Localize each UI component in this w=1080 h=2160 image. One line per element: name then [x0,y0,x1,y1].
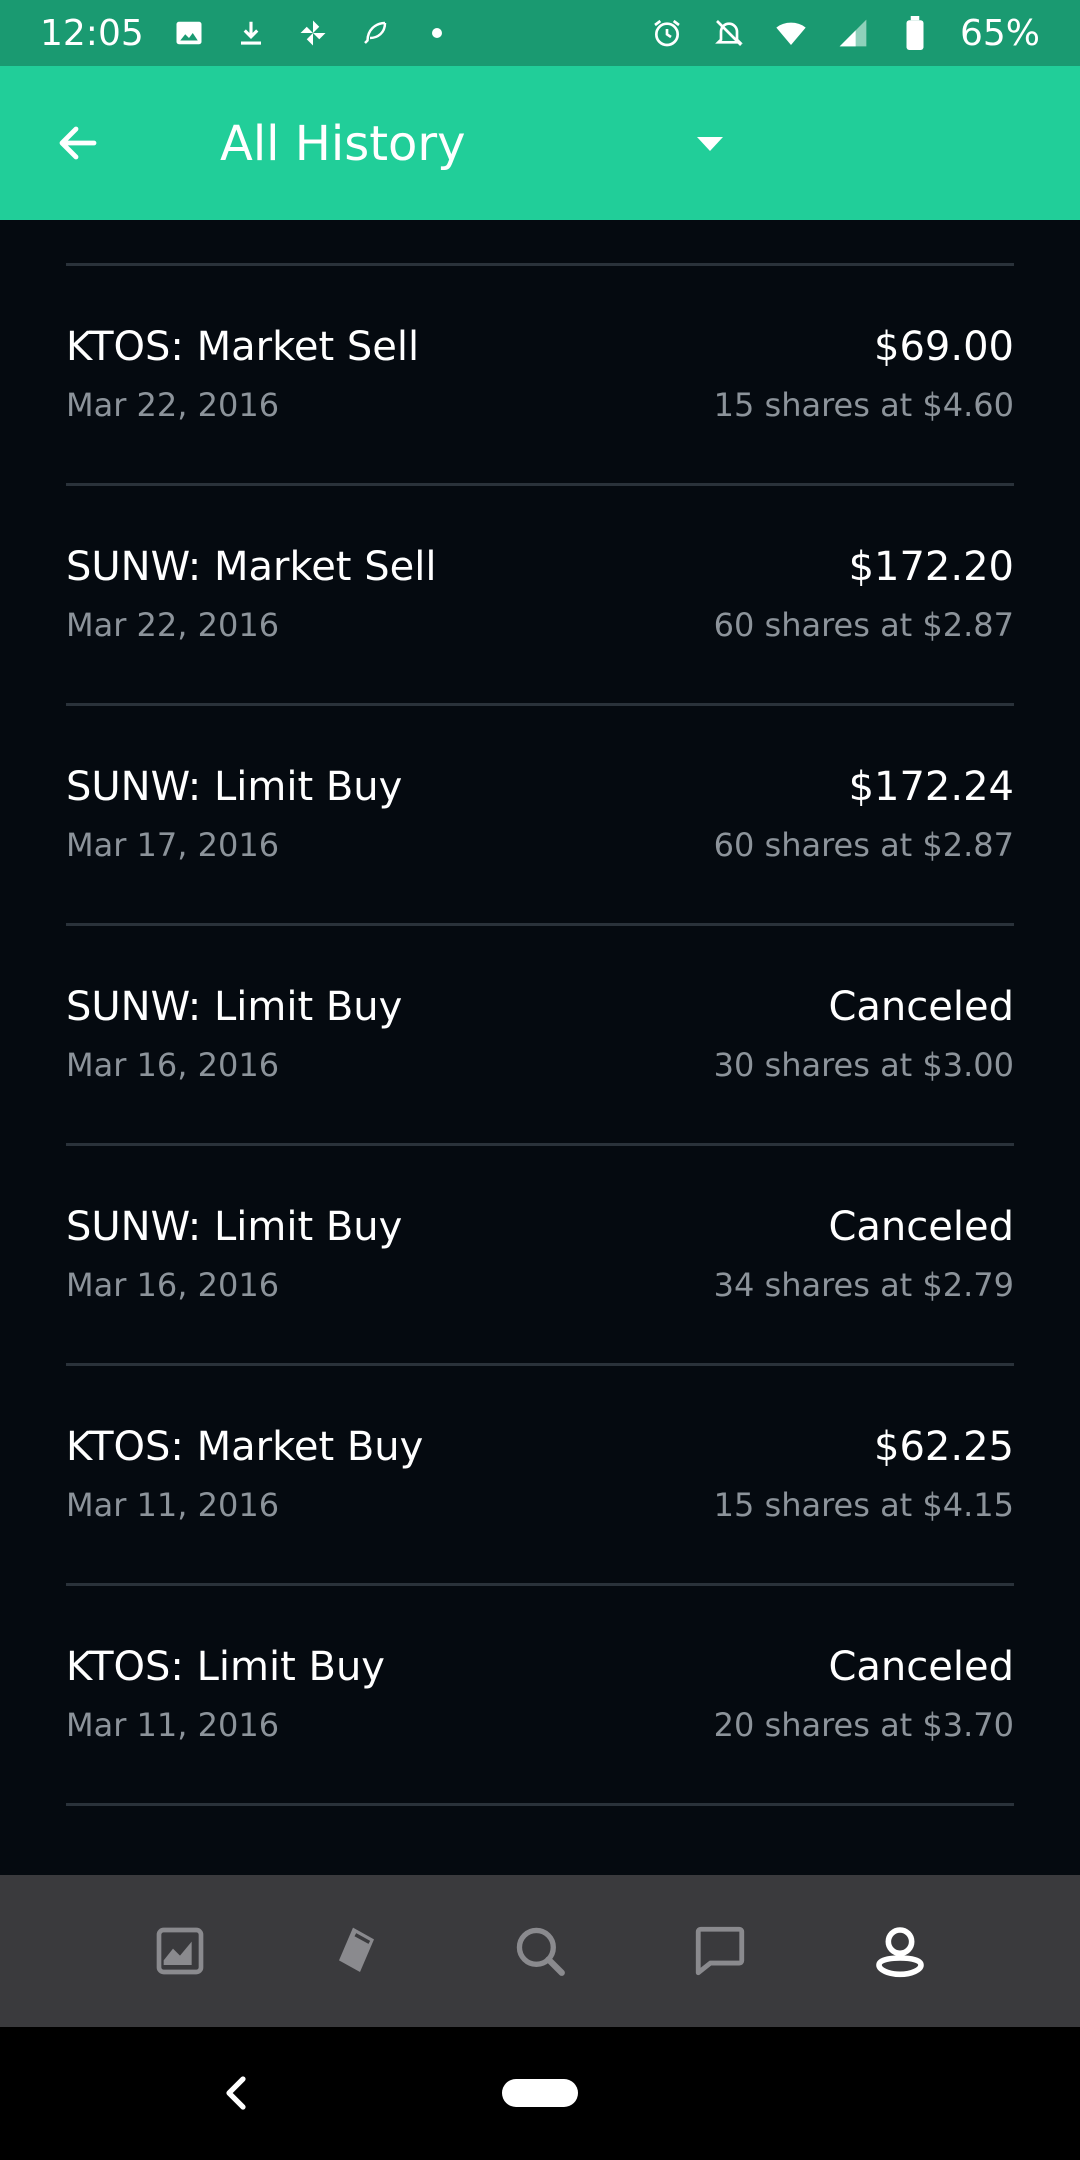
nav-portfolio[interactable] [90,1875,270,2027]
signal-icon [836,16,870,50]
order-title: SUNW: Limit Buy [66,1204,403,1250]
order-amount: $62.25 [874,1424,1014,1470]
order-date: Mar 17, 2016 [66,826,280,864]
order-amount: $172.20 [848,544,1014,590]
app-bar: All History [0,66,1080,220]
arrow-left-icon [59,126,97,160]
order-title: KTOS: Market Sell [66,324,420,370]
history-filter-dropdown[interactable]: All History [220,106,730,182]
history-row[interactable]: KTOS: Limit Buy Mar 11, 2016 Canceled 20… [66,1586,1014,1806]
notification-dot-icon [420,16,454,50]
status-bar: 12:05 65% [0,0,1080,66]
system-home-button[interactable] [502,2079,578,2107]
history-row[interactable]: SUNW: Limit Buy Mar 16, 2016 Canceled 30… [66,926,1014,1146]
order-detail: 30 shares at $3.00 [713,1046,1014,1084]
caret-down-icon [690,124,730,164]
nav-search[interactable] [450,1875,630,2027]
order-title: SUNW: Market Sell [66,544,437,590]
nav-account[interactable] [810,1875,990,2027]
order-date: Mar 16, 2016 [66,1266,280,1304]
order-amount: Canceled [828,1204,1014,1250]
system-back-button[interactable] [216,2063,256,2123]
order-detail: 60 shares at $2.87 [713,606,1014,644]
battery-icon [898,16,932,50]
account-icon [876,1927,924,1978]
ticket-icon [339,1927,374,1972]
status-time: 12:05 [40,12,144,54]
history-row[interactable]: SUNW: Limit Buy Mar 17, 2016 $172.24 60 … [66,706,1014,926]
portfolio-chart-icon [156,1927,204,1975]
status-right: 65% [650,13,1040,54]
history-row[interactable]: KTOS: Market Buy Mar 11, 2016 $62.25 15 … [66,1366,1014,1586]
order-date: Mar 11, 2016 [66,1706,280,1744]
history-row[interactable]: KTOS: Market Sell Mar 22, 2016 $69.00 15… [66,266,1014,486]
bottom-nav [0,1875,1080,2027]
order-title: SUNW: Limit Buy [66,764,403,810]
alarm-icon [650,16,684,50]
pinwheel-icon [296,16,330,50]
messages-icon [695,1926,745,1976]
history-list[interactable]: KTOS: Market Sell Mar 22, 2016 $69.00 15… [0,220,1080,1875]
history-row[interactable]: SUNW: Limit Buy Mar 16, 2016 Canceled 34… [66,1146,1014,1366]
notifications-off-icon [712,16,746,50]
image-icon [172,16,206,50]
battery-percentage: 65% [959,12,1040,54]
order-detail: 60 shares at $2.87 [713,826,1014,864]
order-title: SUNW: Limit Buy [66,984,403,1030]
order-amount: $69.00 [874,324,1014,370]
order-amount: Canceled [828,1644,1014,1690]
order-date: Mar 22, 2016 [66,606,280,644]
order-date: Mar 16, 2016 [66,1046,280,1084]
order-detail: 20 shares at $3.70 [713,1706,1014,1744]
order-date: Mar 11, 2016 [66,1486,280,1524]
order-date: Mar 22, 2016 [66,386,280,424]
nav-ticket[interactable] [270,1875,450,2027]
order-detail: 15 shares at $4.15 [713,1486,1014,1524]
status-left: 12:05 [40,13,454,54]
order-amount: Canceled [828,984,1014,1030]
order-amount: $172.24 [848,764,1014,810]
nav-messages[interactable] [630,1875,810,2027]
download-icon [234,16,268,50]
history-row[interactable]: SUNW: Market Sell Mar 22, 2016 $172.20 6… [66,486,1014,706]
chevron-left-icon [226,2076,246,2110]
order-detail: 15 shares at $4.60 [713,386,1014,424]
order-title: KTOS: Market Buy [66,1424,424,1470]
search-icon [516,1927,565,1976]
order-title: KTOS: Limit Buy [66,1644,385,1690]
wifi-icon [774,16,808,50]
order-detail: 34 shares at $2.79 [713,1266,1014,1304]
page-title: All History [220,116,466,172]
back-button[interactable] [46,111,110,175]
feather-icon [358,16,392,50]
system-navigation-bar [0,2027,1080,2160]
